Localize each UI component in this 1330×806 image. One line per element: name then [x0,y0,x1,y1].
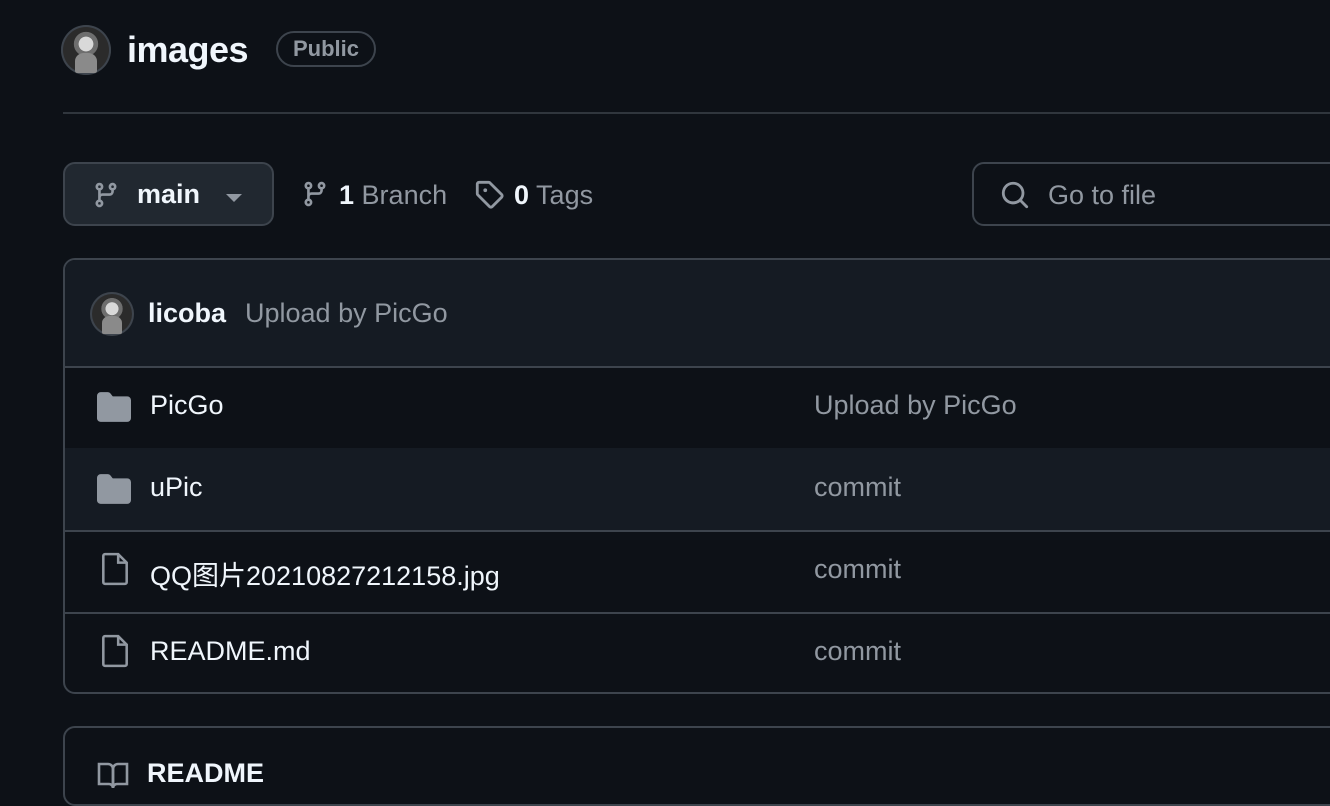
book-icon [97,762,129,789]
folder-icon [97,474,131,509]
file-commit-message[interactable]: commit [814,554,901,585]
tag-count: 0 [514,180,530,210]
table-row[interactable]: QQ图片20210827212158.jpg commit [65,530,1330,614]
go-to-file-box[interactable] [972,162,1330,226]
file-name[interactable]: PicGo [150,390,224,421]
commit-author[interactable]: licoba [148,298,226,329]
file-commit-message[interactable]: Upload by PicGo [814,390,1017,421]
folder-icon [97,392,131,427]
file-name[interactable]: QQ图片20210827212158.jpg [150,554,500,593]
git-branch-icon [92,179,120,216]
branch-name: main [137,179,201,209]
file-commit-message[interactable]: commit [814,472,901,503]
tag-icon [475,180,504,209]
repo-name[interactable]: images [127,29,249,71]
visibility-badge: Public [276,31,377,67]
file-icon [101,552,129,591]
git-branch-icon [304,181,326,207]
header-divider [63,112,1330,114]
commit-message[interactable]: Upload by PicGo [245,298,448,329]
search-icon [1001,181,1029,209]
file-commit-message[interactable]: commit [814,636,901,667]
file-name[interactable]: README.md [150,636,311,667]
commit-author-avatar[interactable] [90,292,134,336]
repo-owner-avatar[interactable] [61,25,111,75]
latest-commit-header: licoba Upload by PicGo [65,260,1330,368]
file-icon [101,634,129,673]
tag-label: Tags [536,180,594,210]
table-row[interactable]: README.md commit [65,612,1330,692]
table-row[interactable]: PicGo Upload by PicGo [65,366,1330,450]
readme-panel: README [63,726,1330,806]
go-to-file-input[interactable] [1046,174,1330,216]
table-row[interactable]: uPic commit [65,448,1330,532]
branch-count: 1 [339,180,355,210]
branches-link[interactable]: 1 Branch [301,178,447,211]
branch-selector-button[interactable]: main [63,162,274,226]
file-table: licoba Upload by PicGo PicGo Upload by P… [63,258,1330,694]
file-name[interactable]: uPic [150,472,203,503]
branch-label: Branch [361,180,448,210]
caret-down-icon [225,190,243,208]
tags-link[interactable]: 0 Tags [474,178,593,211]
